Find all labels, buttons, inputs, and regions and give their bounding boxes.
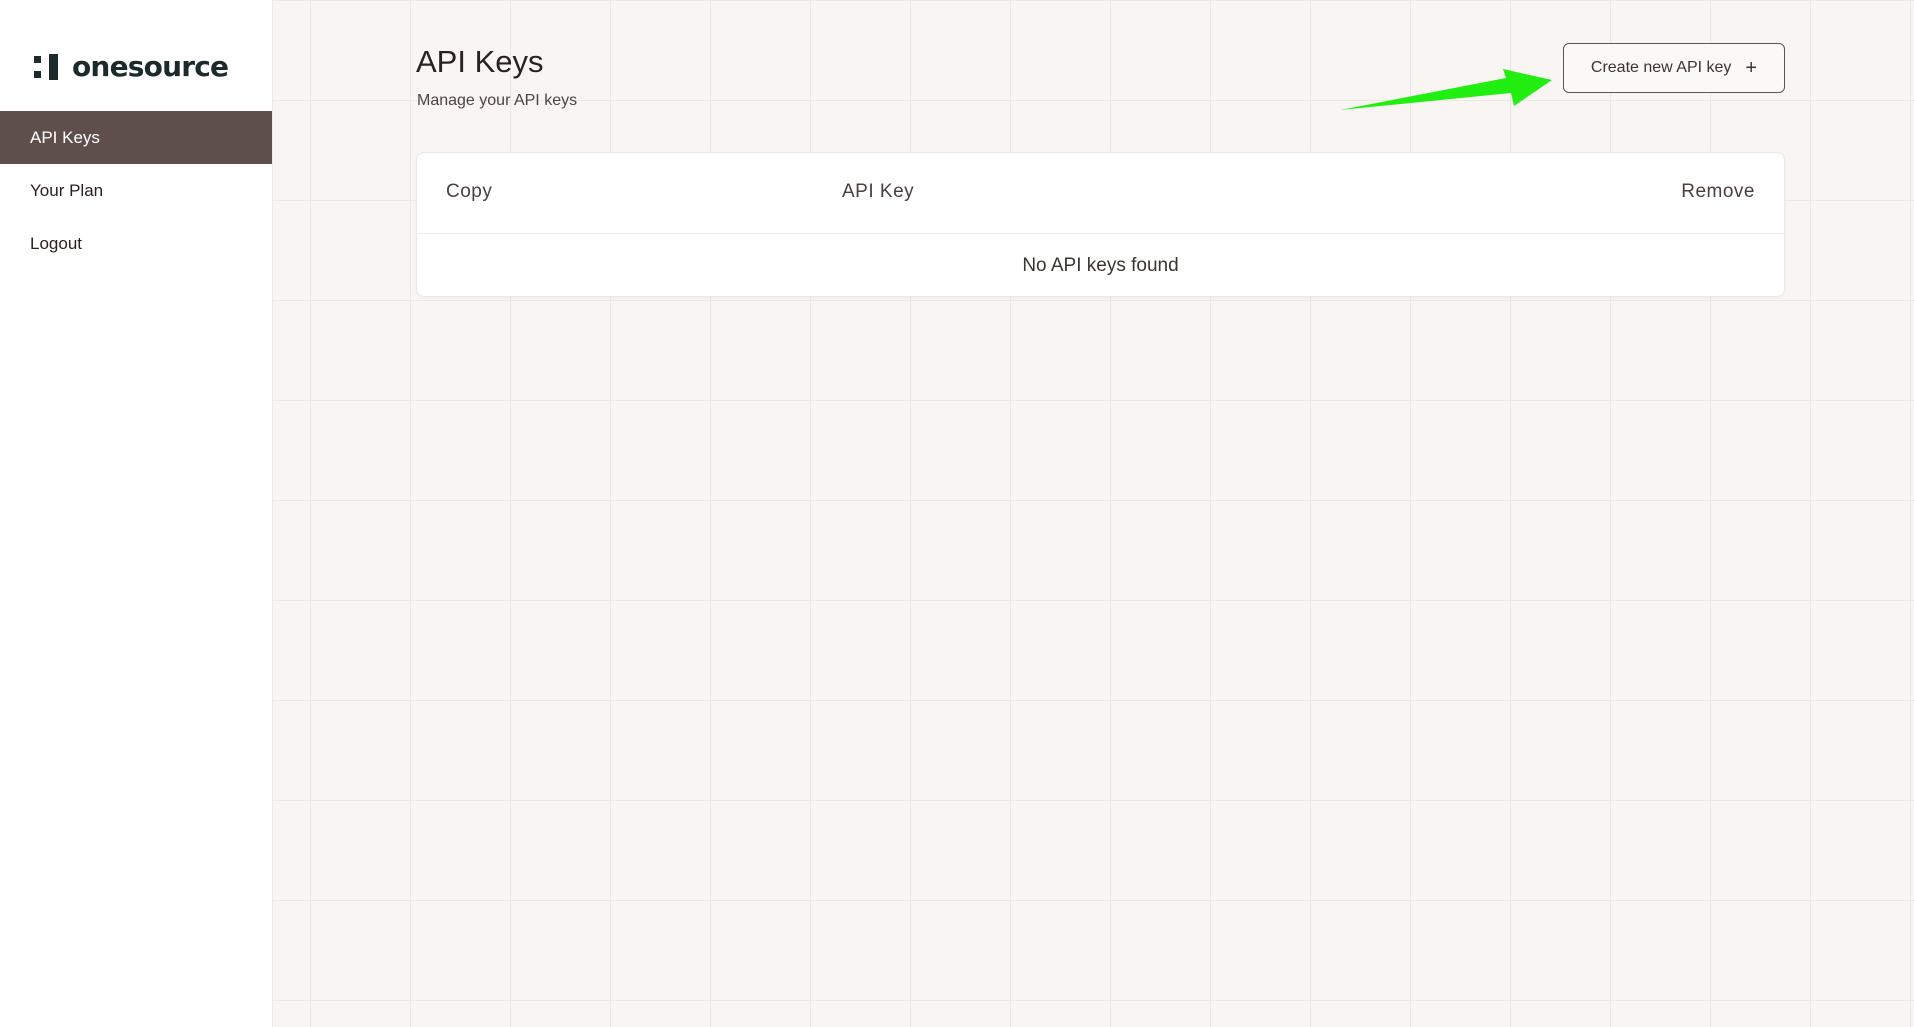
column-header-remove: Remove [1681,181,1755,202]
column-header-copy: Copy [446,181,493,202]
sidebar-item-logout[interactable]: Logout [0,217,272,270]
main-content: API Keys Manage your API keys Create new… [273,0,1914,1027]
sidebar-item-your-plan[interactable]: Your Plan [0,164,272,217]
plus-icon: + [1745,57,1758,79]
logo[interactable]: onesource [34,50,229,83]
brand-name: onesource [72,50,229,83]
sidebar: onesource API Keys Your Plan Logout [0,0,273,1027]
api-keys-table: Copy API Key Remove No API keys found [416,152,1785,297]
onesource-logo-icon [34,53,60,80]
page-subtitle: Manage your API keys [417,92,578,109]
create-button-label: Create new API key [1590,59,1732,76]
table-header: Copy API Key Remove [417,153,1784,234]
empty-state-message: No API keys found [1022,255,1179,276]
app-window: onesource API Keys Your Plan Logout API … [0,0,1914,1027]
create-new-api-key-button[interactable]: Create new API key + [1563,43,1785,93]
annotation-arrow-icon [1340,69,1552,110]
page-title: API Keys [416,44,544,79]
sidebar-item-api-keys[interactable]: API Keys [0,111,272,164]
column-header-api-key: API Key [842,181,915,202]
sidebar-nav: API Keys Your Plan Logout [0,111,272,270]
